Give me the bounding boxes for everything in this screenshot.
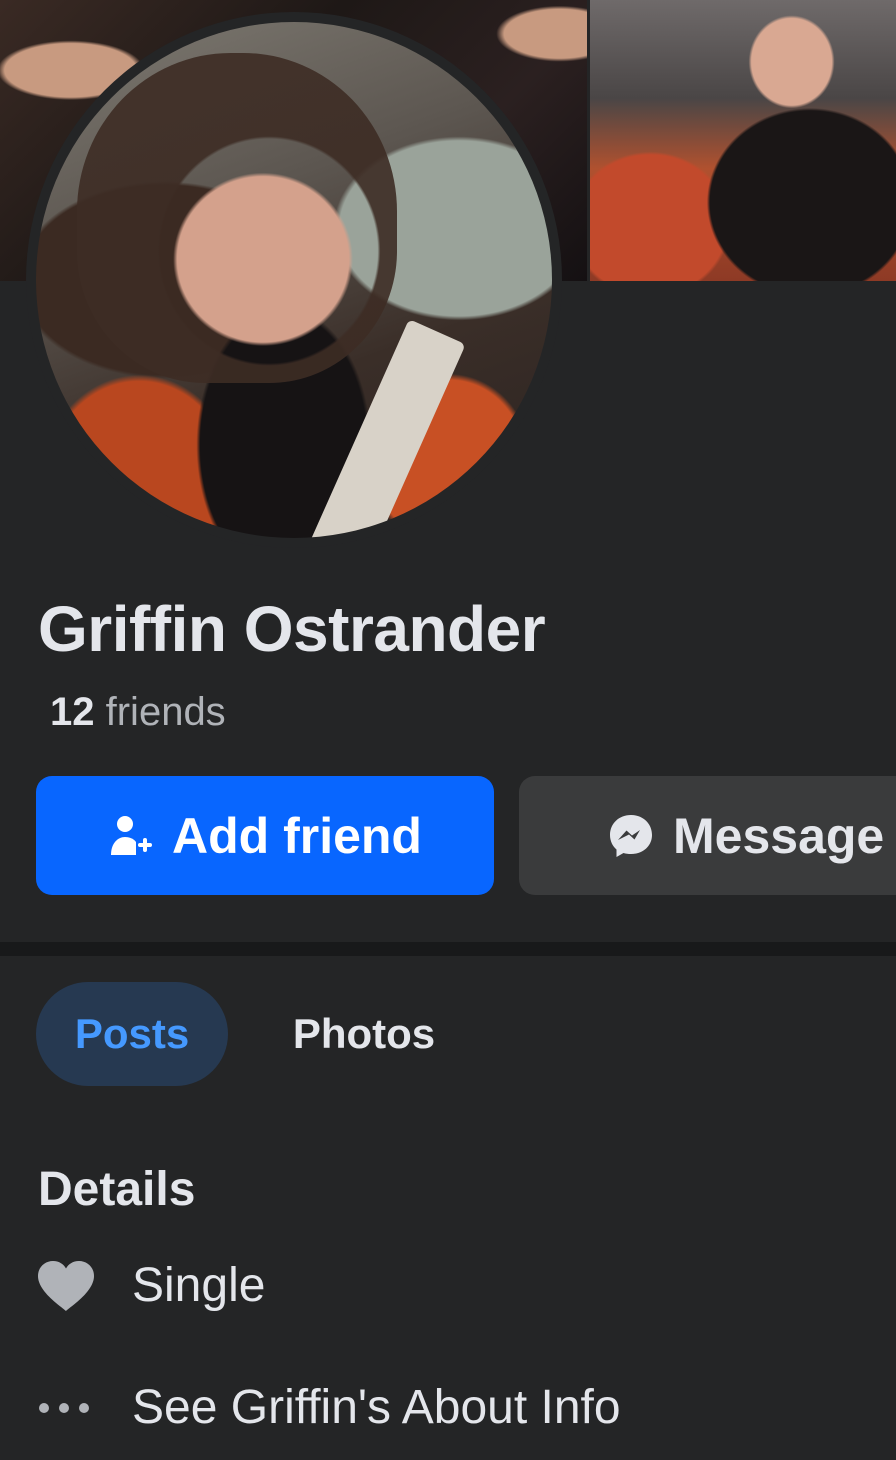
friends-count-label: friends (105, 690, 226, 734)
tab-posts-label: Posts (74, 1010, 190, 1057)
messenger-icon (607, 812, 655, 860)
details-heading: Details (38, 1163, 196, 1216)
tab-photos-label: Photos (292, 1010, 436, 1057)
profile-name: Griffin Ostrander (38, 593, 546, 665)
avatar-hair (77, 52, 398, 384)
detail-relationship: Single (36, 1258, 265, 1313)
heart-icon (36, 1259, 132, 1313)
profile-picture[interactable] (26, 12, 562, 548)
message-label: Message (673, 807, 885, 864)
add-friend-label: Add friend (172, 807, 422, 864)
tab-posts[interactable]: Posts (36, 982, 228, 1086)
friends-count-number: 12 (50, 690, 95, 734)
tab-photos[interactable]: Photos (256, 982, 472, 1086)
profile-page: Griffin Ostrander 12 friends Add friend … (0, 0, 896, 1460)
relationship-status: Single (132, 1259, 266, 1312)
cover-divider (587, 0, 590, 281)
more-dots-icon (36, 1401, 132, 1415)
add-friend-icon (108, 813, 154, 859)
about-info-link: See Griffin's About Info (132, 1381, 621, 1434)
friends-count[interactable]: 12 friends (50, 690, 226, 735)
avatar (36, 22, 552, 538)
detail-about-info[interactable]: See Griffin's About Info (36, 1380, 621, 1435)
message-button[interactable]: Message (519, 776, 896, 895)
section-divider (0, 942, 896, 956)
add-friend-button[interactable]: Add friend (36, 776, 494, 895)
cover-photo-right (589, 0, 896, 281)
